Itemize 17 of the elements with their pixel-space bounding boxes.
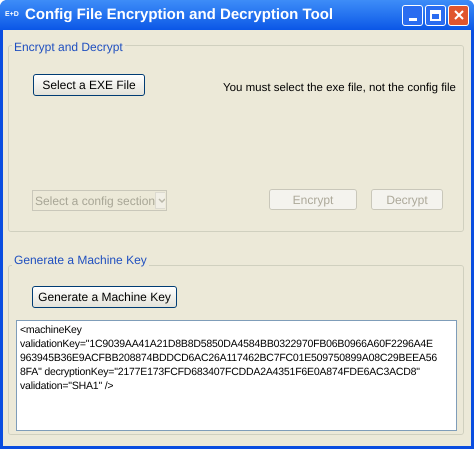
generate-key-button[interactable]: Generate a Machine Key (32, 286, 177, 308)
close-button[interactable] (448, 4, 469, 26)
window-title: Config File Encryption and Decryption Tool (25, 4, 334, 25)
select-exe-button[interactable]: Select a EXE File (33, 74, 145, 96)
dropdown-arrow-icon (155, 192, 165, 209)
text-line: 8FA" decryptionKey="2177E173FCFD683407FCDDA2A4351F6E0A874FDE6AC3ACD8" (20, 365, 420, 379)
maximize-icon (430, 10, 441, 20)
close-icon (454, 10, 464, 20)
text-line: validationKey="1C9039AA41A21D8B8D5850DA4584BB0322970FB06B0966A60F2296A4E (20, 337, 433, 351)
text-line: <machineKey (20, 323, 82, 337)
text-line: validation="SHA1" /> (20, 379, 114, 393)
maximize-button[interactable] (425, 4, 446, 26)
machine-key-text-area[interactable] (16, 320, 457, 431)
text-line: 963945B36E9ACFBB208874BDDCD6AC26A117462BC7FC01E509750899A08C29BEEA56 (20, 351, 438, 365)
minimize-button[interactable] (402, 4, 423, 26)
hint-text: You must select the exe file, not the config file (223, 81, 456, 96)
minimize-icon (408, 18, 416, 20)
